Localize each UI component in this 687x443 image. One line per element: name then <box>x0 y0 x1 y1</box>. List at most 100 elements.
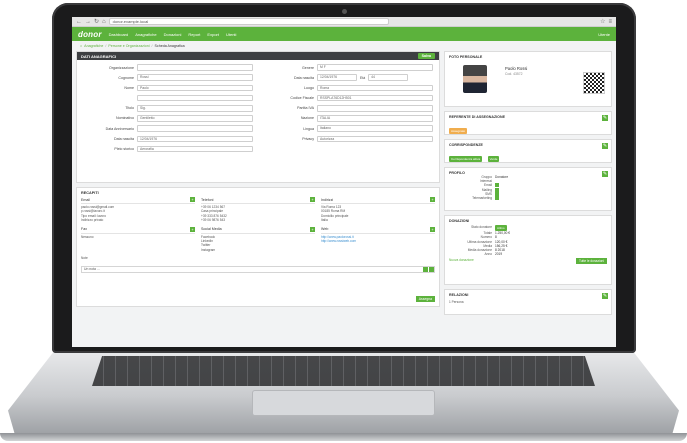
donations-card: DONAZIONI Stato donatore Attivo Totale 1.2… <box>444 215 612 285</box>
nav-item-donazioni[interactable]: Donazioni <box>164 32 182 37</box>
organization-field[interactable] <box>137 64 253 71</box>
add-address-button[interactable]: + <box>430 197 435 202</box>
address-bar[interactable]: donor.example.local <box>108 18 389 25</box>
laptop-front-lip <box>0 433 687 441</box>
phone-heading: Telefoni <box>201 197 214 202</box>
correspondence-title: CORRISPONDENZE <box>449 143 483 147</box>
flag-value: Donatore <box>495 175 509 179</box>
nation-select[interactable]: ITALIA <box>317 115 433 122</box>
edit-assignment-button[interactable]: ✎ <box>602 115 608 121</box>
anniversary-field[interactable] <box>137 125 253 132</box>
social-line[interactable]: Instagram <box>201 248 315 252</box>
breadcrumb-separator: / <box>151 43 153 48</box>
add-email-button[interactable]: + <box>190 197 195 202</box>
assign-button[interactable]: Assegna <box>415 296 435 302</box>
vat-field[interactable] <box>317 105 433 112</box>
save-button[interactable]: Salva <box>417 53 435 59</box>
form-right-column: Genere M F Data nascita 12/04/1976 Età 44 Lu… <box>263 64 433 178</box>
edit-correspondence-button[interactable]: ✎ <box>602 143 608 149</box>
all-donations-button[interactable]: Tutte le donazioni <box>575 258 607 265</box>
nav-item-export[interactable]: Export <box>207 32 219 37</box>
avatar[interactable] <box>463 65 487 93</box>
profile-card: FOTO PERSONALE Paolo Rossi Cod. 43572 <box>444 51 612 107</box>
birth-place-field[interactable]: Roma <box>317 84 433 92</box>
nominative-field[interactable]: Gentiletto <box>137 115 253 122</box>
web-box: Web + http://www.paolorossi.it http://www… <box>321 226 435 253</box>
add-relation-button[interactable]: ✎ <box>602 293 608 299</box>
checkbox[interactable] <box>495 196 499 201</box>
reload-icon[interactable]: ↻ <box>94 19 99 25</box>
phone-box: Telefoni + +39 06 1234 567 Casa principal… <box>201 197 315 223</box>
note-input[interactable]: Un nota ... <box>81 265 435 273</box>
correspondence-card: CORRISPONDENZE ✎ Corrispondenza attiva V… <box>444 139 612 163</box>
fax-box: Fax + Nessuno <box>81 226 195 253</box>
forward-icon[interactable]: → <box>85 19 91 25</box>
add-phone-button[interactable]: + <box>310 197 315 202</box>
laptop-keyboard <box>92 356 595 386</box>
note-text: Un nota ... <box>84 266 100 271</box>
edit-flags-button[interactable]: ✎ <box>602 171 608 177</box>
field-label: Data nascita <box>294 75 314 80</box>
relation-line[interactable]: 1 Persona <box>449 300 607 304</box>
new-donation-link[interactable]: Nuova donazione <box>449 258 474 264</box>
user-menu[interactable]: Utente <box>598 32 610 37</box>
nav-item-report[interactable]: Report <box>188 32 200 37</box>
field-label: Nome <box>124 85 134 90</box>
field-label: Pleio storico <box>114 147 134 151</box>
add-fax-button[interactable]: + <box>190 226 195 232</box>
age-field[interactable]: 44 <box>368 74 409 81</box>
profile-id: Cod. 43572 <box>505 72 523 76</box>
main-column: DATI ANAGRAFICI Salva Organizzazione Cog… <box>76 51 440 347</box>
field-label: Data nascita <box>114 136 134 141</box>
birth-date-picker[interactable]: 12/04/1976 <box>317 74 357 81</box>
web-link[interactable]: http://www.rossiweb.com <box>321 239 435 243</box>
privacy-radio[interactable]: Autorizza <box>317 135 433 143</box>
menu-icon[interactable]: ≡ <box>608 19 612 25</box>
nav-item-dashboard[interactable]: Dashboard <box>109 32 129 37</box>
name-field[interactable]: Paolo <box>137 84 253 92</box>
field-label: Nazione <box>300 116 314 121</box>
flag-label: Telemarketing <box>472 196 492 201</box>
donations-title: DONAZIONI <box>449 219 470 223</box>
laptop-trackpad <box>252 390 435 416</box>
laptop-screen: ← → ↻ ⌂ donor.example.local ☆ ≡ donor Da… <box>72 17 616 347</box>
nav-item-utenti[interactable]: Utenti <box>226 32 236 37</box>
field-label: Privacy <box>302 136 314 141</box>
gender-radio[interactable]: M F <box>317 64 433 71</box>
breadcrumb-item[interactable]: Anagrafiche <box>84 44 103 48</box>
address-heading: Indirizzi <box>321 197 334 202</box>
back-icon[interactable]: ← <box>76 19 82 25</box>
app-logo[interactable]: donor <box>78 30 102 39</box>
camera-icon <box>342 9 347 14</box>
title-field[interactable]: Sig. <box>137 105 253 112</box>
history-field[interactable]: Aerorafia <box>137 145 253 153</box>
language-select[interactable]: Italiano <box>317 125 433 132</box>
browser-toolbar: ← → ↻ ⌂ donor.example.local ☆ ≡ <box>72 17 616 27</box>
card-title: DATI ANAGRAFICI <box>81 53 117 59</box>
star-icon[interactable]: ☆ <box>600 19 605 25</box>
note-save-icon[interactable] <box>423 266 428 272</box>
field-label: Genere <box>302 65 314 70</box>
fiscal-code-field[interactable]: RSSPLA76D12H501 <box>317 94 433 102</box>
email-line: Indirizzo privato <box>81 218 104 223</box>
breadcrumb-separator: / <box>105 43 107 48</box>
nav-item-anagrafiche[interactable]: Anagrafiche <box>135 32 156 37</box>
card-header: DATI ANAGRAFICI Salva <box>77 52 439 60</box>
add-web-button[interactable]: + <box>430 226 435 232</box>
qr-code-icon <box>583 72 605 94</box>
extra-field[interactable] <box>137 94 253 102</box>
profile-name: Paolo Rossi <box>505 66 528 71</box>
birth-date-field[interactable]: 12/04/1976 <box>137 135 253 143</box>
stat-value: 2019 <box>495 252 503 257</box>
breadcrumb-item[interactable]: Persone e Organizzazioni <box>108 44 149 48</box>
notes-heading: Note <box>81 256 88 261</box>
phone-line[interactable]: +39 06 9876 543 <box>201 218 315 222</box>
email-box: Email + paolo.rossi@gmail.com p.rossi@lav… <box>81 197 195 223</box>
home-icon[interactable]: ⌂ <box>102 19 106 25</box>
home-icon[interactable]: ⌂ <box>80 44 82 48</box>
add-social-button[interactable]: + <box>310 226 315 232</box>
relations-card: RELAZIONI ✎ 1 Persona <box>444 289 612 315</box>
laptop-mockup: ← → ↻ ⌂ donor.example.local ☆ ≡ donor Da… <box>0 0 687 443</box>
surname-field[interactable]: Rossi <box>137 74 253 81</box>
note-add-icon[interactable] <box>429 266 434 272</box>
